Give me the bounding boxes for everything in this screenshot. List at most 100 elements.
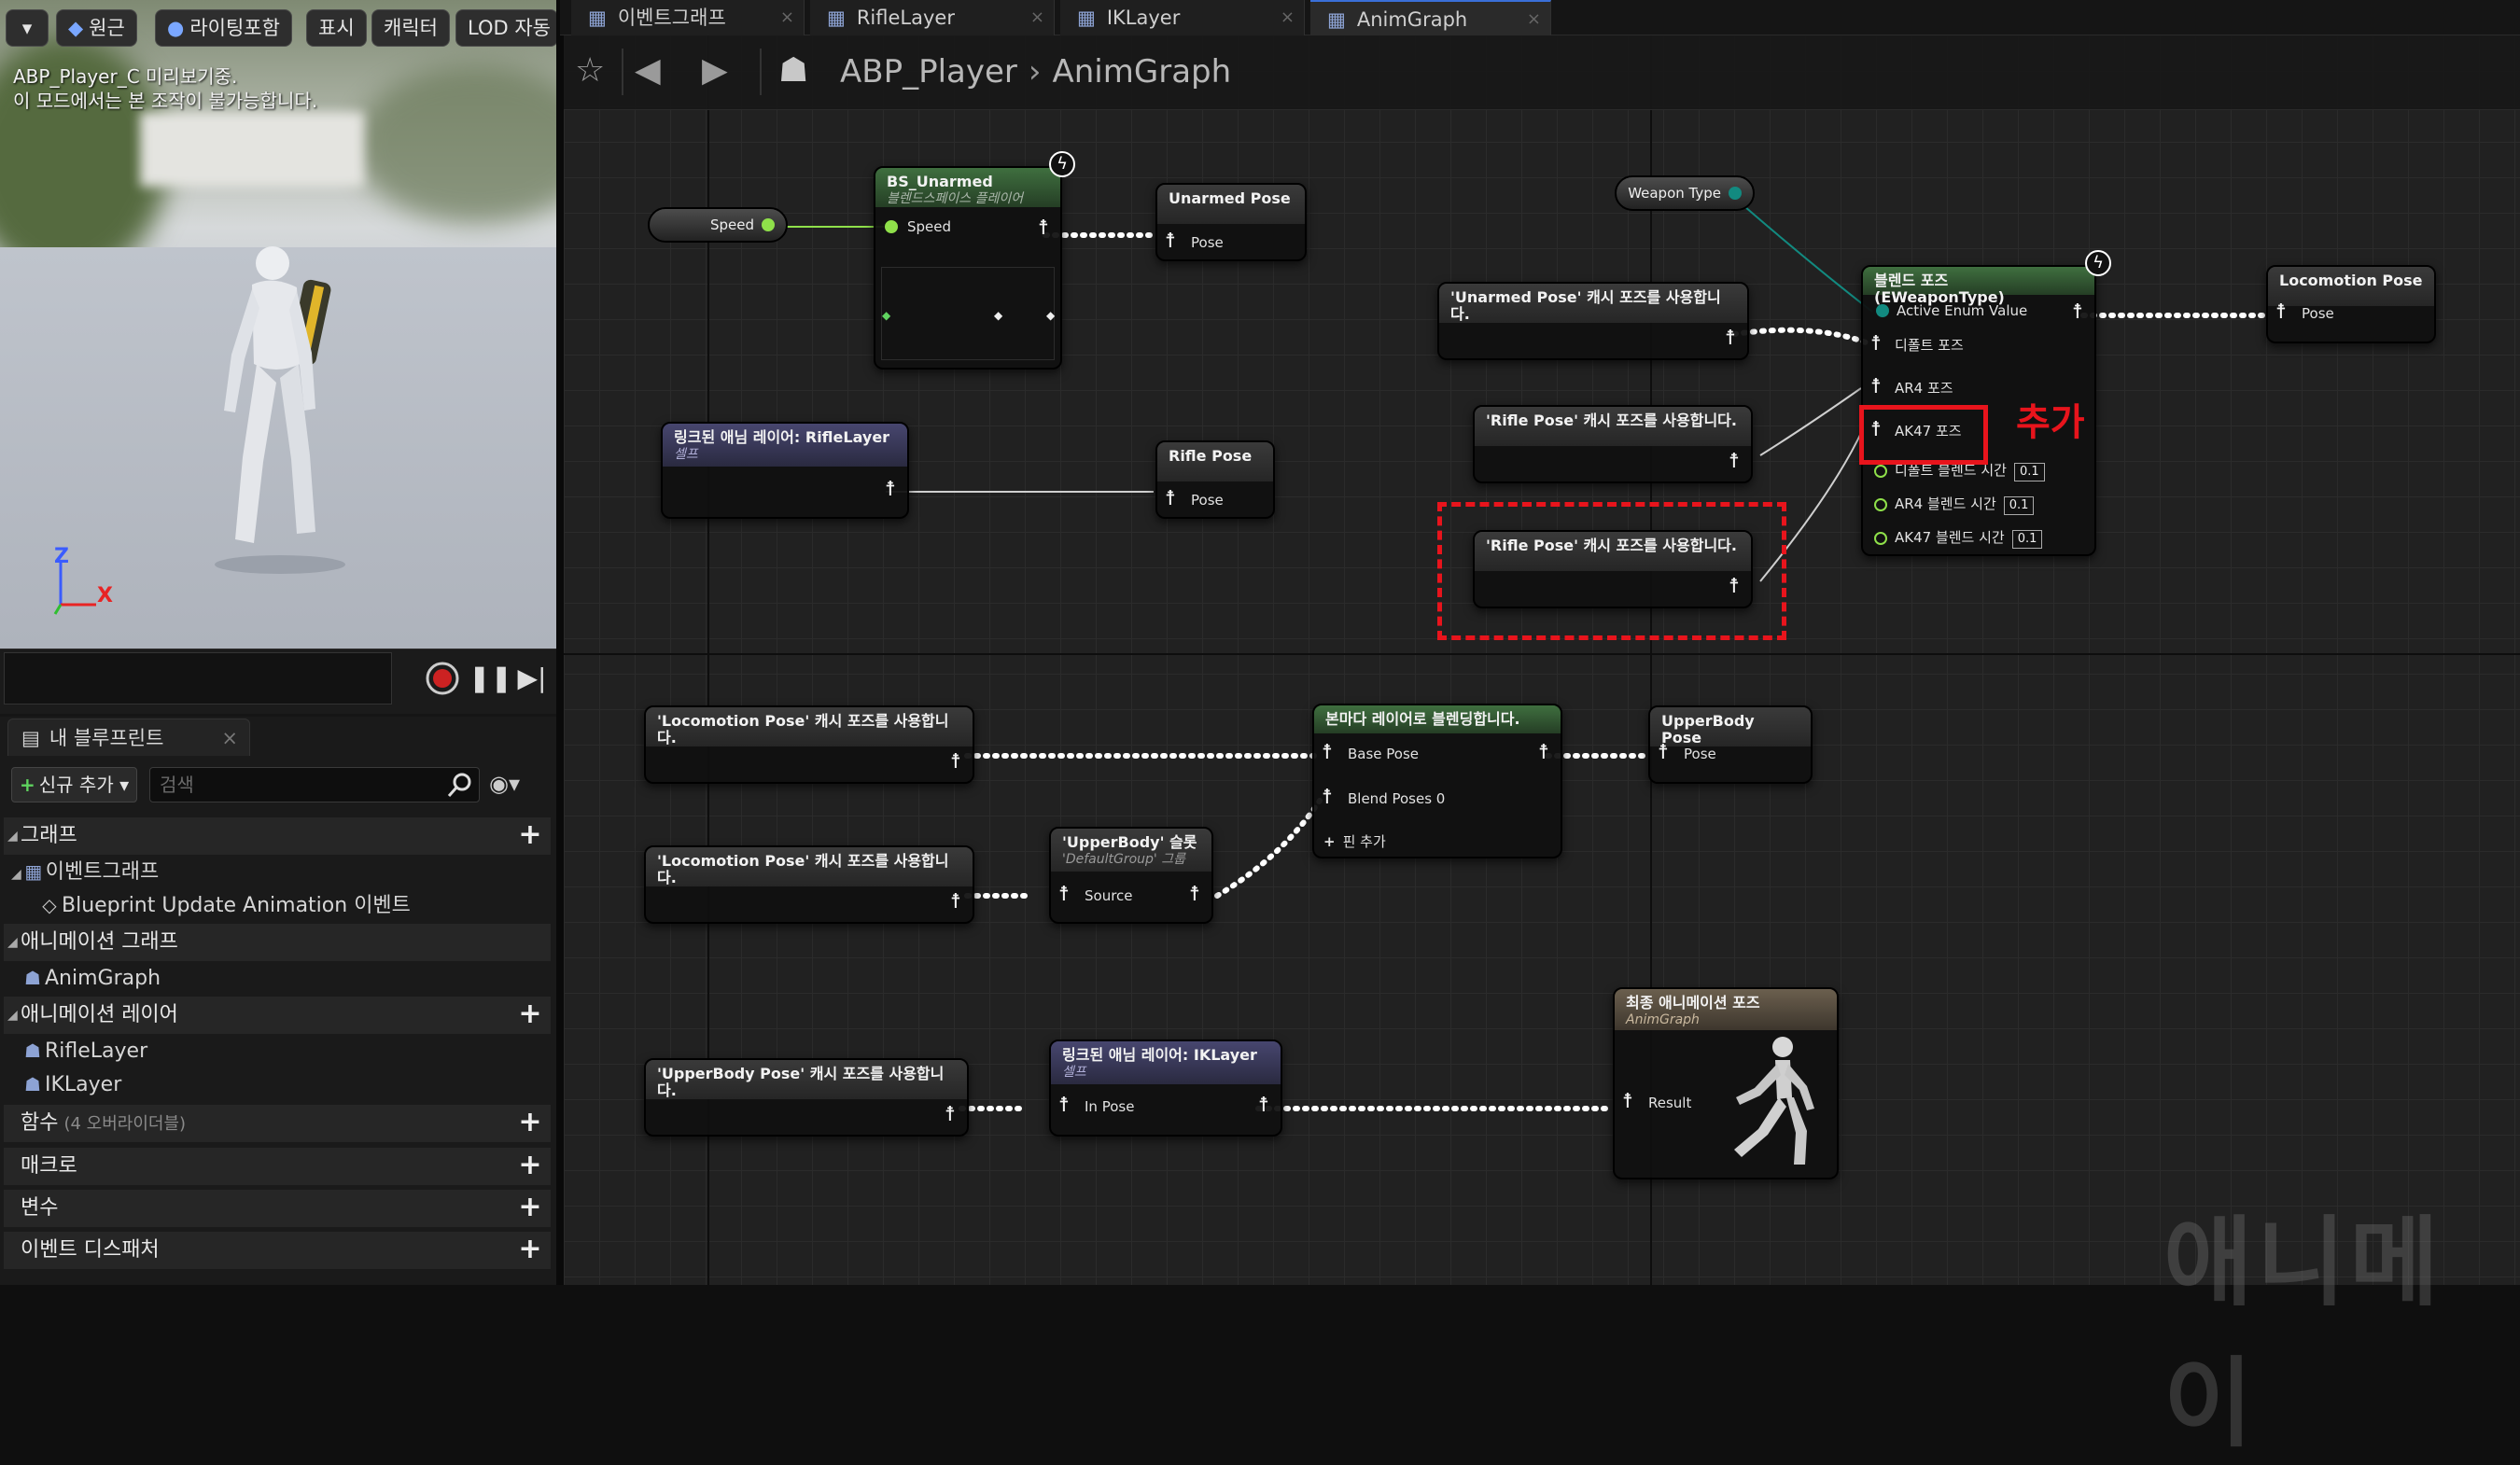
close-icon[interactable]: × [221, 719, 238, 757]
pose-input-pin-icon[interactable]: ☨ [1058, 1095, 1070, 1116]
tree-item-rifle-layer[interactable]: ☗ RifleLayer [4, 1034, 551, 1067]
category-graphs[interactable]: ◢ 그래프 + [4, 817, 551, 855]
pose-output-pin-icon[interactable]: ☨ [1729, 452, 1740, 472]
viewport-menu-button[interactable]: ▾ [6, 9, 49, 47]
bs-unarmed-node[interactable]: BS_Unarmed 블렌드스페이스 플레이어 Speed ☨ ◆ ◆ ◆ [874, 166, 1062, 370]
preview-viewport[interactable]: ▾ ◆ 원근 ● 라이팅포함 표시 캐릭터 LOD 자동 ABP_Player_C … [0, 0, 556, 649]
add-function-button[interactable]: + [517, 1109, 543, 1137]
pause-button[interactable]: ❚❚ [469, 660, 512, 697]
unarmed-pose-cache-node[interactable]: Unarmed Pose ☨ Pose [1155, 183, 1307, 261]
back-arrow-icon[interactable]: ◀ [635, 52, 661, 90]
step-forward-button[interactable]: ▶︎| [513, 660, 551, 697]
enum-pin-icon[interactable] [1729, 187, 1742, 200]
forward-arrow-icon[interactable]: ▶ [702, 52, 728, 90]
close-icon[interactable]: × [1281, 0, 1295, 35]
speed-input-pin[interactable] [885, 220, 898, 233]
pose-output-pin-icon[interactable]: ☨ [950, 892, 961, 913]
speed-variable-node[interactable]: Speed [648, 207, 788, 243]
favorite-star-icon[interactable]: ☆ [575, 52, 605, 90]
show-button[interactable]: 표시 [306, 9, 367, 47]
add-pin-button[interactable]: + 핀 추가 [1323, 832, 1386, 851]
pose-output-pin-icon[interactable]: ☨ [1189, 885, 1200, 905]
pose-output-pin-icon[interactable]: ☨ [1538, 743, 1549, 763]
pose-output-pin-icon[interactable]: ☨ [1038, 218, 1049, 239]
search-icon[interactable] [446, 771, 474, 799]
splitter[interactable] [556, 0, 564, 1285]
add-macro-button[interactable]: + [517, 1151, 543, 1179]
tree-item-event-graph[interactable]: ◢ ▦ 이벤트그래프 [4, 855, 551, 888]
float-input-pin-icon[interactable] [1874, 498, 1887, 511]
rifle-pose-cache-node[interactable]: Rifle Pose ☨ Pose [1155, 440, 1275, 519]
add-variable-button[interactable]: + [517, 1193, 543, 1221]
tree-item-anim-graph[interactable]: ☗ AnimGraph [4, 961, 551, 995]
pose-output-pin-icon[interactable]: ☨ [1729, 577, 1740, 597]
lod-auto-button[interactable]: LOD 자동 [455, 9, 556, 47]
category-event-dispatchers[interactable]: 이벤트 디스패처 + [4, 1232, 551, 1269]
ar4-blend-time-field[interactable]: 0.1 [2003, 496, 2035, 515]
pose-input-pin-icon[interactable]: ☨ [1165, 489, 1176, 509]
category-macros[interactable]: 매크로 + [4, 1148, 551, 1185]
tab-rifle-layer[interactable]: ▦ RifleLayer × [810, 0, 1055, 35]
ak47-blend-time-field[interactable]: 0.1 [2011, 530, 2043, 549]
add-dispatcher-button[interactable]: + [517, 1235, 543, 1263]
float-input-pin-icon[interactable] [1874, 465, 1887, 478]
pose-input-pin-icon[interactable]: ☨ [1622, 1092, 1633, 1112]
pose-input-pin-icon[interactable]: ☨ [1058, 885, 1070, 905]
blueprint-search-input[interactable] [149, 767, 480, 802]
pose-input-pin-icon[interactable]: ☨ [1165, 231, 1176, 252]
record-button[interactable] [424, 660, 461, 697]
add-layer-button[interactable]: + [517, 1000, 543, 1028]
layered-blend-per-bone-node[interactable]: 본마다 레이어로 블렌딩합니다. ☨ Base Pose ☨ ☨ Blend P… [1312, 704, 1562, 858]
upperbody-slot-node[interactable]: 'UpperBody' 슬롯 'DefaultGroup' 그룹 ☨ Source… [1049, 827, 1213, 924]
enum-input-pin-icon[interactable] [1876, 304, 1889, 317]
breadcrumb-root[interactable]: ABP_Player [840, 53, 1017, 91]
use-rifle-cache-node-1[interactable]: 'Rifle Pose' 캐시 포즈를 사용합니다. ☨ [1473, 405, 1753, 483]
pose-input-pin-icon[interactable]: ☨ [1658, 743, 1669, 763]
use-upperbody-cache-node[interactable]: 'UpperBody Pose' 캐시 포즈를 사용합니다. ☨ [644, 1058, 969, 1137]
use-unarmed-cache-node[interactable]: 'Unarmed Pose' 캐시 포즈를 사용합니다. ☨ [1437, 282, 1749, 360]
float-pin-icon[interactable] [762, 218, 775, 231]
locomotion-pose-cache-node[interactable]: Locomotion Pose ☨ Pose [2266, 265, 2436, 343]
my-blueprint-tab[interactable]: ▤ 내 블루프린트 × [7, 719, 250, 756]
use-locomotion-cache-node-1[interactable]: 'Locomotion Pose' 캐시 포즈를 사용합니다. ☨ [644, 705, 974, 784]
view-options-eye-icon[interactable]: ◉▾ [489, 771, 520, 797]
float-input-pin-icon[interactable] [1874, 532, 1887, 545]
linked-rifle-layer-node[interactable]: 링크된 애님 레이어: RifleLayer 셀프 ☨ [661, 422, 909, 519]
pose-output-pin-icon[interactable]: ☨ [2072, 302, 2083, 323]
pose-input-pin-icon[interactable]: ☨ [1322, 788, 1333, 808]
weapon-type-variable-node[interactable]: Weapon Type [1615, 175, 1755, 211]
character-button[interactable]: 캐릭터 [371, 9, 450, 47]
linked-ik-layer-node[interactable]: 링크된 애님 레이어: IKLayer 셀프 ☨ In Pose ☨ [1049, 1039, 1282, 1137]
pose-output-pin-icon[interactable]: ☨ [885, 480, 896, 500]
tree-item-bua-event[interactable]: ◇ Blueprint Update Animation 이벤트 [4, 888, 551, 922]
pose-output-pin-icon[interactable]: ☨ [1258, 1095, 1269, 1116]
tree-item-ik-layer[interactable]: ☗ IKLayer [4, 1067, 551, 1101]
final-animation-pose-node[interactable]: 최종 애니메이션 포즈 AnimGraph ☨ Result [1613, 987, 1839, 1179]
upperbody-pose-cache-node[interactable]: UpperBody Pose ☨ Pose [1648, 705, 1813, 784]
pose-input-pin-icon[interactable]: ☨ [1870, 334, 1882, 355]
use-rifle-cache-node-2[interactable]: 'Rifle Pose' 캐시 포즈를 사용합니다. ☨ [1473, 530, 1753, 608]
category-animation-graphs[interactable]: ◢ 애니메이션 그래프 [4, 924, 551, 961]
pose-input-pin-icon[interactable]: ☨ [1870, 377, 1882, 398]
lighting-button[interactable]: ● 라이팅포함 [155, 9, 292, 47]
pose-output-pin-icon[interactable]: ☨ [1725, 328, 1736, 349]
tab-anim-graph[interactable]: ▦ AnimGraph × [1310, 0, 1551, 35]
category-functions[interactable]: 함수 (4 오버라이더블) + [4, 1105, 551, 1142]
tab-ik-layer[interactable]: ▦ IKLayer × [1060, 0, 1305, 35]
add-graph-button[interactable]: + [517, 821, 543, 849]
category-variables[interactable]: 변수 + [4, 1190, 551, 1227]
pose-output-pin-icon[interactable]: ☨ [950, 752, 961, 773]
timeline-field[interactable] [4, 652, 392, 705]
tab-event-graph[interactable]: ▦ 이벤트그래프 × [571, 0, 805, 35]
close-icon[interactable]: × [1030, 0, 1044, 35]
perspective-button[interactable]: ◆ 원근 [56, 9, 137, 47]
default-blend-time-field[interactable]: 0.1 [2013, 463, 2045, 481]
pose-input-pin-icon[interactable]: ☨ [1322, 743, 1333, 763]
close-icon[interactable]: × [1527, 2, 1541, 37]
close-icon[interactable]: × [780, 0, 794, 35]
use-locomotion-cache-node-2[interactable]: 'Locomotion Pose' 캐시 포즈를 사용합니다. ☨ [644, 845, 974, 924]
add-new-button[interactable]: + 신규 추가 ▾ [11, 767, 138, 802]
pose-output-pin-icon[interactable]: ☨ [945, 1105, 956, 1125]
pose-input-pin-icon[interactable]: ☨ [2275, 302, 2287, 323]
category-animation-layers[interactable]: ◢ 애니메이션 레이어 + [4, 997, 551, 1034]
